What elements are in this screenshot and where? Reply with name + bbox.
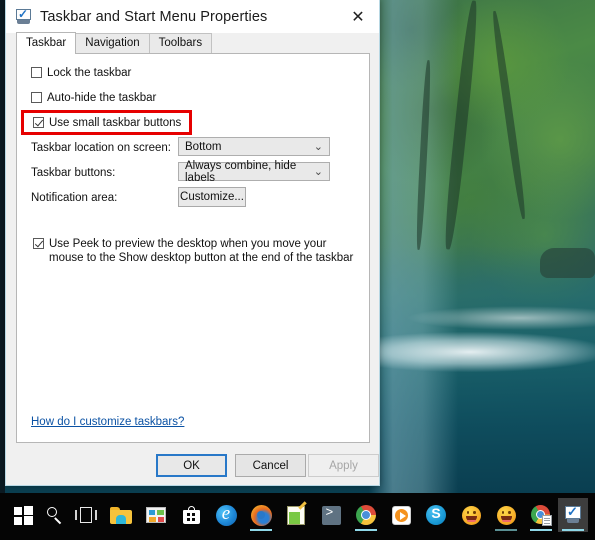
media-player-button[interactable] — [386, 498, 416, 532]
task-view-icon — [75, 507, 97, 523]
lock-taskbar-row[interactable]: Lock the taskbar — [31, 66, 131, 80]
use-small-taskbar-buttons-checkbox[interactable] — [33, 117, 44, 128]
running-indicator — [495, 529, 517, 531]
taskbar-buttons-label: Taskbar buttons: — [31, 167, 116, 179]
use-small-taskbar-buttons-label: Use small taskbar buttons — [49, 117, 182, 129]
wallpaper-tree-trunk — [415, 59, 432, 251]
customize-taskbars-help-link[interactable]: How do I customize taskbars? — [31, 416, 184, 428]
wallpaper-tree-trunk — [441, 0, 481, 250]
chevron-down-icon: ⌄ — [313, 166, 323, 178]
use-small-taskbar-buttons-row[interactable]: Use small taskbar buttons — [33, 116, 181, 130]
task-view-button[interactable] — [71, 498, 101, 532]
cancel-button[interactable]: Cancel — [235, 454, 306, 477]
folder-icon — [110, 506, 132, 524]
emoji-icon — [496, 505, 516, 525]
taskbar-location-select[interactable]: Bottom ⌄ — [178, 137, 330, 156]
taskbar-buttons-value: Always combine, hide labels — [185, 159, 297, 184]
store-button[interactable] — [176, 498, 206, 532]
chrome-app-button[interactable] — [526, 498, 556, 532]
emoji-app-2-button[interactable] — [491, 498, 521, 532]
tab-toolbars[interactable]: Toolbars — [148, 33, 213, 53]
media-player-icon — [391, 505, 411, 525]
edge-button[interactable] — [211, 498, 241, 532]
taskbar-properties-dialog: ✓ Taskbar and Start Menu Properties ✕ Ta… — [5, 0, 380, 486]
chrome-app-icon — [530, 504, 552, 526]
dialog-title: Taskbar and Start Menu Properties — [40, 8, 268, 25]
windows-taskbar: ✓ — [0, 493, 595, 540]
lock-taskbar-checkbox[interactable] — [31, 67, 42, 78]
close-icon[interactable]: ✕ — [337, 0, 379, 33]
firefox-button[interactable] — [246, 498, 276, 532]
customize-button[interactable]: Customize... — [178, 187, 246, 207]
taskbar-location-value: Bottom — [185, 140, 222, 153]
taskbar-settings-panel: Lock the taskbar Auto-hide the taskbar U… — [16, 53, 370, 443]
skype-icon — [426, 505, 446, 525]
windows-logo-icon — [13, 505, 33, 525]
taskbar-location-label: Taskbar location on screen: — [31, 142, 171, 154]
running-indicator — [562, 529, 584, 531]
notification-area-label: Notification area: — [31, 192, 118, 204]
chrome-icon — [356, 505, 376, 525]
wallpaper-tree-trunk — [490, 10, 528, 220]
ok-button[interactable]: OK — [156, 454, 227, 477]
running-indicator — [355, 529, 377, 531]
tab-strip: Taskbar Navigation Toolbars — [6, 32, 379, 54]
note-editor-icon — [287, 500, 307, 525]
taskbar-buttons-select[interactable]: Always combine, hide labels ⌄ — [178, 159, 330, 184]
chrome-button[interactable] — [351, 498, 381, 532]
firefox-icon — [250, 504, 272, 526]
use-peek-row[interactable]: Use Peek to preview the desktop when you… — [33, 237, 358, 265]
emoji-app-button[interactable] — [456, 498, 486, 532]
auto-hide-taskbar-label: Auto-hide the taskbar — [47, 92, 157, 104]
emoji-icon — [461, 505, 481, 525]
tab-navigation[interactable]: Navigation — [75, 33, 150, 53]
auto-hide-taskbar-row[interactable]: Auto-hide the taskbar — [31, 91, 156, 105]
store-bag-icon — [182, 506, 200, 524]
search-icon — [44, 505, 64, 525]
notepad-button[interactable] — [281, 498, 311, 532]
use-peek-checkbox[interactable] — [33, 238, 44, 249]
chevron-down-icon: ⌄ — [313, 141, 323, 153]
photos-button[interactable] — [141, 498, 171, 532]
taskbar-properties-icon: ✓ — [15, 8, 32, 24]
taskbar-properties-icon: ✓ — [564, 505, 582, 524]
start-button[interactable] — [8, 498, 38, 532]
search-button[interactable] — [39, 498, 69, 532]
auto-hide-taskbar-checkbox[interactable] — [31, 92, 42, 103]
edge-icon — [215, 503, 237, 526]
taskbar-properties-button[interactable]: ✓ — [558, 498, 588, 532]
apply-button[interactable]: Apply — [308, 454, 379, 477]
wallpaper-rock — [540, 248, 595, 278]
terminal-icon — [321, 505, 341, 525]
running-indicator — [250, 529, 272, 531]
photos-icon — [146, 507, 166, 523]
file-explorer-button[interactable] — [106, 498, 136, 532]
dialog-titlebar: ✓ Taskbar and Start Menu Properties ✕ — [6, 0, 379, 33]
skype-button[interactable] — [421, 498, 451, 532]
terminal-button[interactable] — [316, 498, 346, 532]
running-indicator — [530, 529, 552, 531]
use-peek-label: Use Peek to preview the desktop when you… — [49, 238, 354, 264]
desktop-screen: ✓ Taskbar and Start Menu Properties ✕ Ta… — [0, 0, 595, 540]
lock-taskbar-label: Lock the taskbar — [47, 67, 132, 79]
tab-taskbar[interactable]: Taskbar — [16, 32, 77, 54]
